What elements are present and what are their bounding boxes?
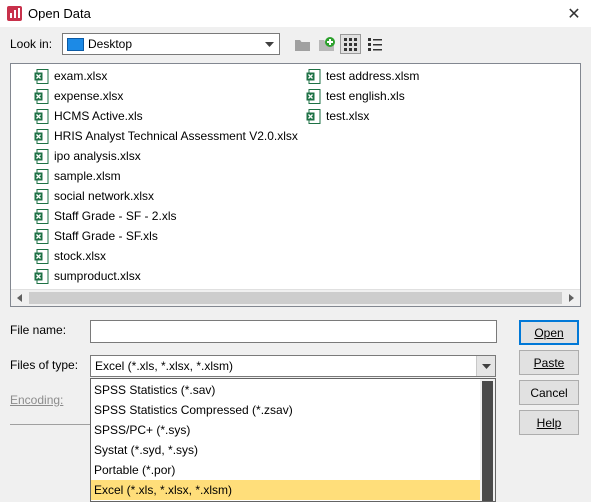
file-name: test.xlsx [326,109,370,123]
details-view-button[interactable] [364,34,385,54]
excel-file-icon [34,108,49,124]
dropdown-option-selected[interactable]: Excel (*.xls, *.xlsx, *.xlsm) [91,480,481,500]
details-view-icon [367,37,382,51]
excel-file-icon [306,88,321,104]
excel-file-icon [34,168,49,184]
new-folder-button[interactable] [316,34,337,54]
open-button[interactable]: Open [519,320,579,345]
files-of-type-label: Files of type: [10,358,79,372]
file-name: test english.xls [326,89,405,103]
file-name: expense.xlsx [54,89,124,103]
excel-file-icon [306,108,321,124]
scrollbar-thumb[interactable] [482,381,493,501]
file-name: stock.xlsx [54,249,107,263]
file-name: sample.xlsm [54,169,121,183]
files-of-type-value: Excel (*.xls, *.xlsx, *.xlsm) [95,359,234,373]
dropdown-option[interactable]: SPSS Statistics (*.sav) [91,380,481,400]
file-name: HRIS Analyst Technical Assessment V2.0.x… [54,129,298,143]
divider [10,424,90,425]
file-name: ipo analysis.xlsx [54,149,141,163]
list-item[interactable]: stock.xlsx [34,247,106,265]
list-item[interactable]: HCMS Active.xls [34,107,143,125]
excel-file-icon [34,228,49,244]
files-of-type-combobox[interactable]: Excel (*.xls, *.xlsx, *.xlsm) [90,355,496,377]
files-of-type-listbox[interactable]: SPSS Statistics (*.sav) SPSS Statistics … [90,378,496,502]
excel-file-icon [34,148,49,164]
list-item[interactable]: expense.xlsx [34,87,123,105]
dropdown-option[interactable]: SPSS/PC+ (*.sys) [91,420,481,440]
spss-app-icon [7,6,22,21]
excel-file-icon [34,268,49,284]
list-view-icon [343,37,357,51]
file-name: sumproduct.xlsx [54,269,141,283]
dropdown-option[interactable]: Portable (*.por) [91,460,481,480]
desktop-icon [67,38,84,51]
cancel-button[interactable]: Cancel [519,380,579,405]
file-list[interactable]: exam.xlsx expense.xlsx HCMS Active.xls H… [10,63,581,307]
files-of-type-dropdown-button[interactable] [476,356,495,376]
list-item[interactable]: Staff Grade - SF - 2.xls [34,207,176,225]
paste-button[interactable]: Paste [519,350,579,375]
list-item[interactable]: test english.xls [306,87,405,105]
scroll-left-button[interactable] [11,290,28,306]
close-button[interactable]: ✕ [557,0,591,27]
dropdown-scrollbar[interactable] [480,379,495,501]
excel-file-icon [34,88,49,104]
look-in-label: Look in: [10,37,53,51]
excel-file-icon [34,208,49,224]
file-name: Staff Grade - SF - 2.xls [54,209,177,223]
excel-file-icon [34,248,49,264]
excel-file-icon [34,68,49,84]
look-in-combobox[interactable]: Desktop [62,33,280,55]
list-item[interactable]: exam.xlsx [34,67,107,85]
up-folder-button[interactable] [292,34,313,54]
list-view-button[interactable] [340,34,361,54]
list-item[interactable]: HRIS Analyst Technical Assessment V2.0.x… [34,127,298,145]
excel-file-icon [306,68,321,84]
list-item[interactable]: Staff Grade - SF.xls [34,227,158,245]
scrollbar-thumb[interactable] [29,292,562,304]
new-folder-icon [318,37,335,51]
chevron-left-icon [17,294,22,302]
file-name: HCMS Active.xls [54,109,143,123]
chevron-right-icon [569,294,574,302]
chevron-down-icon [481,363,491,369]
cancel-button-label: Cancel [530,385,568,400]
horizontal-scrollbar[interactable] [11,289,580,306]
dropdown-option[interactable]: Systat (*.syd, *.sys) [91,440,481,460]
file-name: exam.xlsx [54,69,108,83]
look-in-value: Desktop [88,37,133,51]
list-item[interactable]: sumproduct.xlsx [34,267,141,285]
list-item[interactable]: test.xlsx [306,107,369,125]
scroll-right-button[interactable] [563,290,580,306]
list-item[interactable]: test address.xlsm [306,67,419,85]
file-name: test address.xlsm [326,69,420,83]
look-in-dropdown-button[interactable] [260,34,279,54]
list-item[interactable]: sample.xlsm [34,167,121,185]
open-button-label: Open [534,325,564,340]
file-name-input[interactable] [90,320,497,343]
encoding-label: Encoding: [10,393,64,407]
list-item[interactable]: social network.xlsx [34,187,154,205]
dropdown-option[interactable]: SPSS Statistics Compressed (*.zsav) [91,400,481,420]
excel-file-icon [34,188,49,204]
folder-up-icon [295,39,310,51]
title-bar: Open Data ✕ [0,0,591,27]
close-icon: ✕ [567,5,581,23]
help-button-label: Help [536,415,562,430]
file-name-label: File name: [10,323,67,337]
help-button[interactable]: Help [519,410,579,435]
window-title: Open Data [28,6,91,21]
file-name: social network.xlsx [54,189,155,203]
file-name: Staff Grade - SF.xls [54,229,158,243]
chevron-down-icon [265,41,274,47]
list-item[interactable]: ipo analysis.xlsx [34,147,141,165]
excel-file-icon [34,128,49,144]
paste-button-label: Paste [533,355,565,370]
